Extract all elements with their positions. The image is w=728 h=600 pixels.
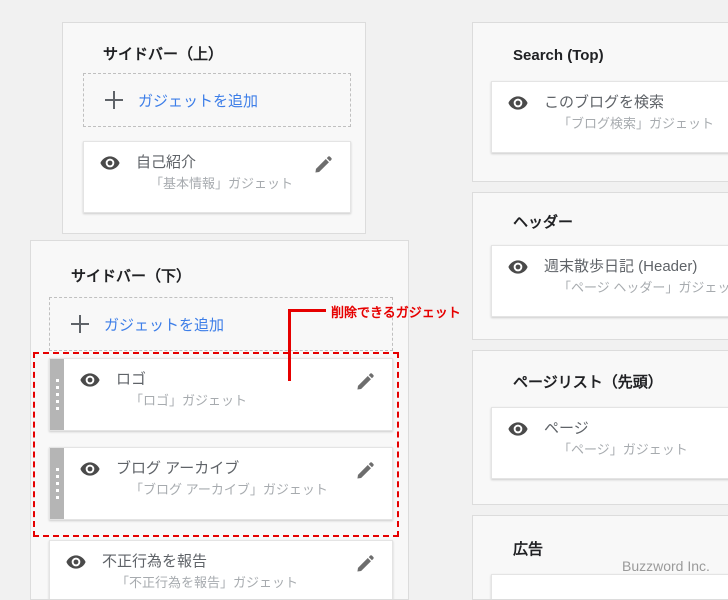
gadget-subtitle: 「ブログ アーカイブ」ガジェット bbox=[130, 482, 328, 497]
gadget-subtitle: 「不正行為を報告」ガジェット bbox=[116, 575, 299, 590]
section-title: サイドバー（下） bbox=[71, 268, 192, 285]
gadget-card[interactable]: このブログを検索 「ブログ検索」ガジェット bbox=[491, 81, 728, 153]
gadget-card[interactable]: ブログ アーカイブ 「ブログ アーカイブ」ガジェット bbox=[49, 447, 393, 520]
gadget-card[interactable]: 不正行為を報告 「不正行為を報告」ガジェット bbox=[49, 540, 393, 599]
gadget-card[interactable]: ページ 「ページ」ガジェット bbox=[491, 407, 728, 479]
add-gadget-button[interactable]: ガジェットを追加 bbox=[83, 73, 351, 127]
section-title: Search (Top) bbox=[513, 47, 604, 64]
gadget-text: ブログ アーカイブ 「ブログ アーカイブ」ガジェット bbox=[116, 448, 356, 512]
gadget-title: 不正行為を報告 bbox=[102, 553, 208, 570]
layout-editor-canvas: サイドバー（上） ガジェットを追加 自己紹介 「基本情報」ガジェット サイドバー… bbox=[0, 0, 728, 600]
gadget-text: ページ 「ページ」ガジェット bbox=[544, 408, 728, 472]
section-title: 広告 bbox=[513, 541, 544, 558]
section-search-top: Search (Top) このブログを検索 「ブログ検索」ガジェット bbox=[472, 22, 728, 182]
gadget-card[interactable]: ロゴ 「ロゴ」ガジェット bbox=[49, 358, 393, 431]
section-title: サイドバー（上） bbox=[103, 46, 224, 63]
drag-handle[interactable] bbox=[50, 448, 64, 519]
add-gadget-label: ガジェットを追加 bbox=[138, 92, 259, 110]
eye-icon[interactable] bbox=[508, 422, 532, 436]
gadget-title: ページ bbox=[544, 420, 589, 437]
plus-icon bbox=[102, 88, 126, 112]
gadget-text: ロゴ 「ロゴ」ガジェット bbox=[116, 359, 356, 423]
gadget-title: ブログ アーカイブ bbox=[116, 460, 240, 477]
section-page-list-top: ページリスト（先頭） ページ 「ページ」ガジェット bbox=[472, 350, 728, 505]
gadget-card[interactable]: 自己紹介 「基本情報」ガジェット bbox=[83, 141, 351, 213]
annotation-label: 削除できるガジェット bbox=[331, 305, 461, 320]
gadget-title: 自己紹介 bbox=[136, 154, 197, 171]
eye-icon[interactable] bbox=[80, 373, 104, 387]
eye-icon[interactable] bbox=[100, 156, 124, 170]
eye-icon[interactable] bbox=[80, 462, 104, 476]
section-title: ヘッダー bbox=[513, 214, 574, 231]
gadget-text: 自己紹介 「基本情報」ガジェット bbox=[136, 142, 314, 206]
gadget-subtitle: 「ページ」ガジェット bbox=[558, 442, 688, 457]
gadget-subtitle: 「ブログ検索」ガジェット bbox=[558, 116, 715, 131]
annotation-leader-vertical bbox=[288, 309, 291, 381]
section-sidebar-top: サイドバー（上） ガジェットを追加 自己紹介 「基本情報」ガジェット bbox=[62, 22, 366, 234]
add-gadget-label: ガジェットを追加 bbox=[104, 316, 225, 334]
section-sidebar-bottom: サイドバー（下） ガジェットを追加 ロゴ 「ロゴ」ガジェット ブログ アーカイブ… bbox=[30, 240, 409, 600]
pencil-icon[interactable] bbox=[356, 555, 378, 573]
gadget-subtitle: 「基本情報」ガジェット bbox=[150, 176, 294, 191]
section-title: ページリスト（先頭） bbox=[513, 374, 663, 391]
watermark: Buzzword Inc. bbox=[622, 558, 710, 574]
gadget-subtitle: 「ロゴ」ガジェット bbox=[130, 393, 248, 408]
eye-icon[interactable] bbox=[66, 555, 90, 569]
gadget-subtitle: 「ページ ヘッダー」ガジェット bbox=[558, 280, 728, 295]
gadget-title: ロゴ bbox=[116, 371, 147, 388]
gadget-text: このブログを検索 「ブログ検索」ガジェット bbox=[544, 82, 728, 146]
section-header: ヘッダー 週末散歩日記 (Header) 「ページ ヘッダー」ガジェット bbox=[472, 192, 728, 340]
eye-icon[interactable] bbox=[508, 260, 532, 274]
eye-icon[interactable] bbox=[508, 96, 532, 110]
gadget-text: 週末散歩日記 (Header) 「ページ ヘッダー」ガジェット bbox=[544, 246, 728, 310]
gadget-card[interactable]: 週末散歩日記 (Header) 「ページ ヘッダー」ガジェット bbox=[491, 245, 728, 317]
drag-handle[interactable] bbox=[50, 359, 64, 430]
gadget-text: 不正行為を報告 「不正行為を報告」ガジェット bbox=[102, 541, 356, 599]
plus-icon bbox=[68, 312, 92, 336]
pencil-icon[interactable] bbox=[314, 156, 336, 174]
gadget-title: このブログを検索 bbox=[544, 94, 665, 111]
pencil-icon[interactable] bbox=[356, 462, 378, 480]
gadget-title: 週末散歩日記 (Header) bbox=[544, 258, 698, 275]
pencil-icon[interactable] bbox=[356, 373, 378, 391]
annotation-leader-horizontal bbox=[288, 309, 326, 312]
gadget-card-placeholder[interactable] bbox=[491, 574, 728, 599]
